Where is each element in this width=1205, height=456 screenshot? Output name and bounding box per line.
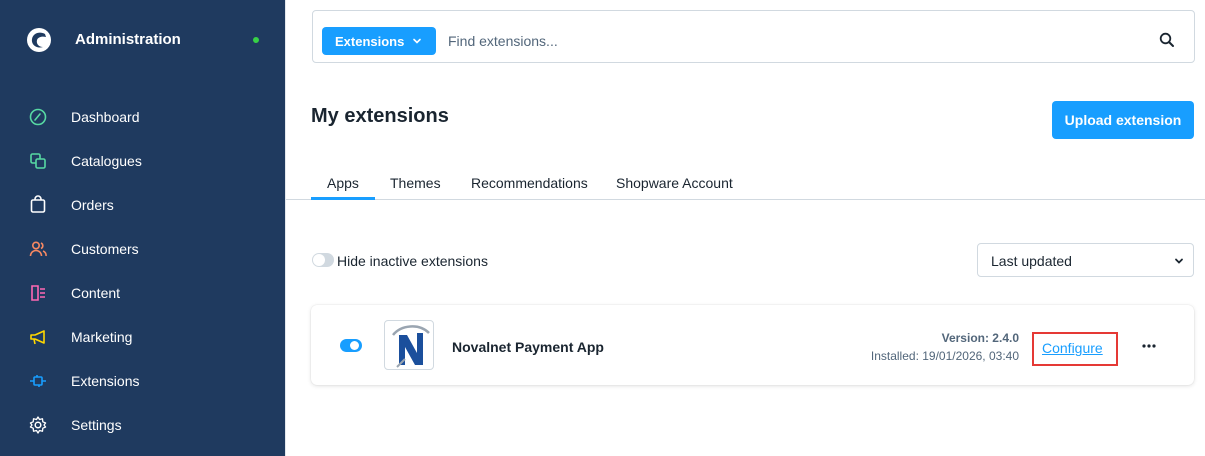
hide-inactive-toggle[interactable] [312,253,334,267]
sidebar-title: Administration [75,31,181,48]
sidebar-item-catalogues[interactable]: Catalogues [0,141,285,181]
active-tab-indicator [311,197,375,200]
topbar: Extensions [286,0,1205,80]
tab-recommendations[interactable]: Recommendations [471,175,588,191]
chevron-down-icon [413,38,421,44]
sidebar-item-label: Catalogues [71,153,142,169]
plug-icon [30,375,46,387]
content-icon [31,285,45,301]
gear-icon [29,416,47,434]
search-icon[interactable] [1159,32,1175,48]
tab-apps[interactable]: Apps [327,175,359,191]
extension-active-toggle[interactable] [340,339,362,352]
sidebar-item-label: Customers [71,241,139,257]
configure-link[interactable]: Configure [1042,340,1103,356]
gauge-icon [29,108,47,126]
megaphone-icon [30,330,45,345]
sidebar-item-label: Marketing [71,329,133,345]
toggle-knob [313,254,325,266]
sidebar-item-label: Orders [71,197,114,213]
shopware-logo-icon [27,28,51,52]
hide-inactive-label: Hide inactive extensions [337,253,488,269]
sidebar-item-marketing[interactable]: Marketing [0,317,285,357]
sidebar-item-customers[interactable]: Customers [0,229,285,269]
sidebar-item-content[interactable]: Content [0,273,285,313]
sidebar-item-extensions[interactable]: Extensions [0,361,285,401]
extension-tabs: Apps Themes Recommendations Shopware Acc… [286,164,1205,200]
upload-extension-button[interactable]: Upload extension [1052,101,1194,139]
orders-bag-icon [30,195,46,213]
toggle-knob [350,341,359,350]
sort-selected-value: Last updated [991,253,1072,269]
sidebar: Administration Dashboard Catalogues Orde… [0,0,285,456]
chevron-down-icon [1175,258,1183,264]
search-bar: Extensions [312,10,1195,63]
extension-logo [384,320,434,370]
extension-card: Novalnet Payment App Version: 2.4.0 Inst… [311,305,1194,385]
sidebar-brand[interactable]: Administration [0,0,285,80]
sidebar-item-dashboard[interactable]: Dashboard [0,97,285,137]
search-scope-label: Extensions [335,34,405,49]
catalogue-icon [30,153,46,169]
extension-installed-date: Installed: 19/01/2026, 03:40 [870,349,1019,363]
sidebar-item-orders[interactable]: Orders [0,185,285,225]
more-options-icon[interactable] [1139,338,1159,354]
sidebar-item-settings[interactable]: Settings [0,405,285,445]
sidebar-item-label: Dashboard [71,109,140,125]
search-input[interactable] [448,27,1128,55]
extension-name: Novalnet Payment App [452,339,604,355]
search-scope-button[interactable]: Extensions [322,27,436,55]
sidebar-item-label: Extensions [71,373,140,389]
sidebar-item-label: Content [71,285,121,301]
page-title: My extensions [311,105,449,127]
extension-version: Version: 2.4.0 [941,331,1019,345]
sidebar-item-label: Settings [71,417,122,433]
status-dot [253,37,259,43]
app: Administration Dashboard Catalogues Orde… [0,0,1205,456]
tab-shopware-account[interactable]: Shopware Account [616,175,733,191]
tab-themes[interactable]: Themes [390,175,441,191]
customers-icon [29,241,47,257]
novalnet-logo-icon [392,325,430,368]
sort-select[interactable]: Last updated [977,243,1194,277]
